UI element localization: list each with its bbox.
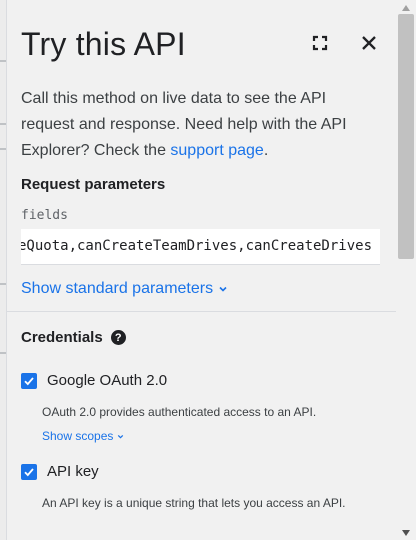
oauth-checkbox-row[interactable]: Google OAuth 2.0 bbox=[21, 372, 167, 389]
scroll-up-button[interactable] bbox=[401, 3, 411, 13]
show-standard-parameters-label: Show standard parameters bbox=[21, 280, 214, 297]
chevron-down-icon bbox=[118, 434, 124, 439]
support-page-link[interactable]: support page bbox=[170, 142, 263, 159]
request-parameters-heading: Request parameters bbox=[21, 176, 166, 193]
check-icon bbox=[24, 467, 34, 476]
fullscreen-button[interactable] bbox=[306, 29, 334, 57]
check-icon bbox=[24, 376, 34, 385]
api-key-checkbox-row[interactable]: API key bbox=[21, 463, 99, 480]
scrollbar[interactable] bbox=[396, 0, 416, 540]
oauth-label: Google OAuth 2.0 bbox=[47, 372, 168, 389]
credentials-heading: Credentials ? bbox=[21, 329, 126, 346]
help-icon[interactable]: ? bbox=[110, 330, 126, 345]
fields-input-value: storageQuota,canCreateTeamDrives,canCrea… bbox=[21, 238, 372, 254]
panel-description: Call this method on live data to see the… bbox=[21, 86, 371, 164]
panel-title: Try this API bbox=[21, 26, 186, 62]
api-key-checkbox[interactable] bbox=[21, 463, 37, 480]
scroll-down-button[interactable] bbox=[401, 528, 411, 538]
chevron-up-icon bbox=[402, 5, 410, 11]
chevron-down-icon bbox=[402, 530, 410, 536]
scroll-thumb[interactable] bbox=[398, 14, 414, 259]
show-standard-parameters-link[interactable]: Show standard parameters bbox=[21, 280, 229, 298]
oauth-description: OAuth 2.0 provides authenticated access … bbox=[42, 405, 317, 419]
close-icon bbox=[362, 36, 376, 50]
try-this-api-panel: Try this API Call this method on live da… bbox=[6, 0, 396, 540]
fields-input[interactable]: storageQuota,canCreateTeamDrives,canCrea… bbox=[21, 229, 380, 265]
section-divider bbox=[7, 311, 396, 312]
close-button[interactable] bbox=[355, 29, 383, 57]
api-key-description: An API key is a unique string that lets … bbox=[42, 496, 346, 510]
credentials-heading-label: Credentials bbox=[21, 329, 103, 346]
show-scopes-label: Show scopes bbox=[42, 429, 114, 443]
fields-label: fields bbox=[21, 208, 68, 223]
chevron-down-icon bbox=[219, 286, 227, 292]
description-suffix: . bbox=[263, 142, 269, 159]
oauth-checkbox[interactable] bbox=[21, 372, 37, 389]
fullscreen-icon bbox=[312, 35, 328, 51]
show-scopes-link[interactable]: Show scopes bbox=[42, 429, 125, 443]
api-key-label: API key bbox=[47, 463, 99, 480]
